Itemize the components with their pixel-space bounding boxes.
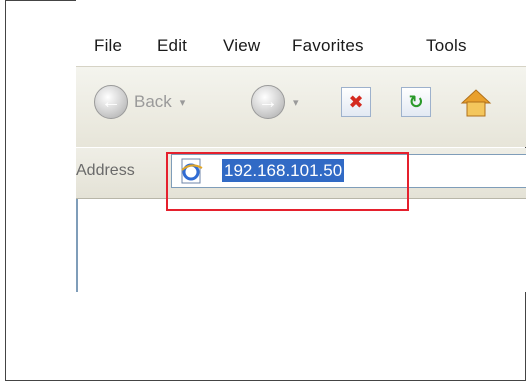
back-label: Back	[134, 92, 172, 111]
home-button[interactable]	[458, 87, 498, 119]
back-dropdown-icon[interactable]: ▾	[180, 96, 186, 109]
forward-button[interactable]: → ▾	[251, 85, 299, 119]
page-content	[76, 199, 526, 292]
home-icon	[460, 89, 492, 117]
menu-edit[interactable]: Edit	[157, 36, 187, 56]
menu-view[interactable]: View	[223, 36, 260, 56]
forward-dropdown-icon[interactable]: ▾	[293, 96, 299, 109]
menu-favorites[interactable]: Favorites	[292, 36, 364, 56]
toolbar: ← Back ▾ → ▾ ✖ ↻	[76, 66, 526, 147]
menu-tools[interactable]: Tools	[426, 36, 467, 56]
forward-arrow-icon: →	[251, 85, 285, 119]
menu-bar: File Edit View Favorites Tools	[76, 0, 526, 66]
browser-window: File Edit View Favorites Tools ← Back ▾ …	[76, 0, 526, 292]
stop-icon: ✖	[341, 87, 371, 117]
address-label: Address	[76, 162, 135, 179]
back-button[interactable]: ← Back ▾	[94, 85, 185, 119]
stop-button[interactable]: ✖	[341, 87, 371, 117]
back-arrow-icon: ←	[94, 85, 128, 119]
address-highlight-box	[166, 152, 409, 211]
menu-file[interactable]: File	[94, 36, 122, 56]
refresh-icon: ↻	[401, 87, 431, 117]
refresh-button[interactable]: ↻	[401, 87, 431, 117]
